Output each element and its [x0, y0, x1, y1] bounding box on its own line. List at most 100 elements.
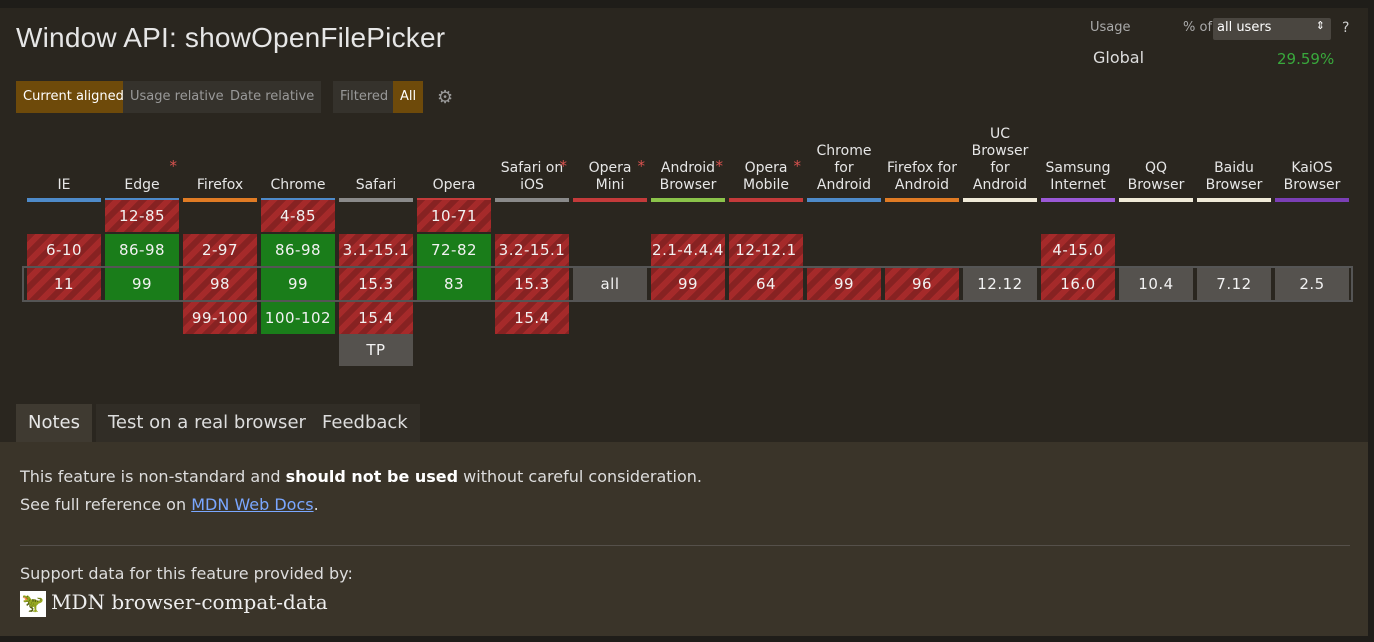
- feature-page: Window API: showOpenFilePicker Usage % o…: [0, 8, 1368, 636]
- support-cell[interactable]: 86-98: [261, 234, 335, 266]
- support-cell[interactable]: 99: [651, 268, 725, 300]
- percent-of-label: % of: [1183, 20, 1213, 35]
- note-text: .: [313, 495, 319, 514]
- usage-label: Usage: [1090, 20, 1131, 35]
- asterisk-icon: *: [793, 157, 802, 175]
- browser-header[interactable]: Baidu Browser: [1197, 128, 1271, 202]
- asterisk-icon: *: [559, 157, 568, 175]
- support-cell[interactable]: 98: [183, 268, 257, 300]
- browser-name: Opera: [432, 177, 476, 193]
- browser-header[interactable]: Chrome: [261, 128, 335, 202]
- support-cell[interactable]: 99-100: [183, 302, 257, 334]
- browser-header[interactable]: Chrome for Android: [807, 128, 881, 202]
- browser-header[interactable]: Edge *: [105, 128, 179, 202]
- browser-name: KaiOS Browser: [1283, 160, 1341, 193]
- browser-header[interactable]: Opera: [417, 128, 491, 202]
- current-aligned-button[interactable]: Current aligned: [16, 81, 131, 113]
- support-cell[interactable]: 2.1-4.4.4: [651, 234, 725, 266]
- users-select-value: all users: [1217, 20, 1272, 35]
- help-link[interactable]: ?: [1342, 20, 1349, 36]
- support-cell[interactable]: 72-82: [417, 234, 491, 266]
- support-cell[interactable]: 99: [807, 268, 881, 300]
- support-cell[interactable]: 2-97: [183, 234, 257, 266]
- support-cell[interactable]: 11: [27, 268, 101, 300]
- browser-header[interactable]: Opera Mobile *: [729, 128, 803, 202]
- filtered-button[interactable]: Filtered: [333, 81, 396, 113]
- support-cell[interactable]: 16.0: [1041, 268, 1115, 300]
- browser-name: Opera Mobile: [743, 160, 789, 193]
- browser-header[interactable]: UC Browser for Android: [963, 126, 1037, 202]
- support-cell[interactable]: 99: [105, 268, 179, 300]
- support-cell[interactable]: 15.4: [495, 302, 569, 334]
- browser-header[interactable]: Firefox: [183, 128, 257, 202]
- support-cell[interactable]: 86-98: [105, 234, 179, 266]
- tab-notes[interactable]: Notes: [16, 404, 92, 442]
- browser-name: IE: [57, 177, 71, 193]
- browser-header[interactable]: QQ Browser: [1119, 128, 1193, 202]
- support-cell[interactable]: 6-10: [27, 234, 101, 266]
- asterisk-icon: *: [169, 157, 178, 175]
- support-cell[interactable]: 12-85: [105, 200, 179, 232]
- support-cell[interactable]: 10.4: [1119, 268, 1193, 300]
- support-cell[interactable]: 12.12: [963, 268, 1037, 300]
- support-data-label: Support data for this feature provided b…: [20, 564, 353, 583]
- all-button[interactable]: All: [393, 81, 424, 113]
- browser-name: Edge: [124, 177, 160, 193]
- gear-icon[interactable]: ⚙: [437, 87, 453, 108]
- tab-feedback[interactable]: Feedback: [310, 404, 420, 442]
- tab-test-real-browser[interactable]: Test on a real browser: [96, 404, 318, 442]
- support-cell[interactable]: 3.1-15.1: [339, 234, 413, 266]
- browser-header[interactable]: Safari: [339, 128, 413, 202]
- support-cell[interactable]: 2.5: [1275, 268, 1349, 300]
- support-cell[interactable]: 15.3: [339, 268, 413, 300]
- support-cell[interactable]: all: [573, 268, 647, 300]
- support-cell[interactable]: 15.3: [495, 268, 569, 300]
- browser-name: Safari on iOS: [500, 160, 564, 193]
- support-cell[interactable]: 100-102: [261, 302, 335, 334]
- browser-name: UC Browser for Android: [971, 126, 1029, 193]
- support-cell[interactable]: 7.12: [1197, 268, 1271, 300]
- global-label: Global: [1093, 48, 1145, 67]
- browser-header[interactable]: IE: [27, 128, 101, 202]
- global-usage-value: 29.59%: [1277, 50, 1335, 68]
- support-cell[interactable]: 99: [261, 268, 335, 300]
- mdn-reference-note: See full reference on MDN Web Docs.: [20, 495, 319, 514]
- support-cell[interactable]: 3.2-15.1: [495, 234, 569, 266]
- browser-header[interactable]: Firefox for Android: [885, 128, 959, 202]
- browser-header[interactable]: Safari on iOS *: [495, 128, 569, 202]
- browser-name: Samsung Internet: [1045, 160, 1111, 193]
- browser-name: Chrome for Android: [816, 143, 872, 193]
- browser-header[interactable]: KaiOS Browser: [1275, 128, 1349, 202]
- support-cell[interactable]: 4-15.0: [1041, 234, 1115, 266]
- browser-name: Safari: [355, 177, 397, 193]
- browser-header[interactable]: Opera Mini *: [573, 128, 647, 202]
- support-cell[interactable]: 15.4: [339, 302, 413, 334]
- browser-header[interactable]: Android Browser *: [651, 128, 725, 202]
- mdn-web-docs-link[interactable]: MDN Web Docs: [191, 495, 313, 514]
- support-cell[interactable]: TP: [339, 334, 413, 366]
- asterisk-icon: *: [715, 157, 724, 175]
- browser-header[interactable]: Samsung Internet: [1041, 128, 1115, 202]
- asterisk-icon: *: [637, 157, 646, 175]
- mdn-logo-icon[interactable]: 🦖: [20, 591, 46, 617]
- browser-name: Chrome: [270, 177, 326, 193]
- browser-name: Baidu Browser: [1205, 160, 1263, 193]
- support-cell[interactable]: 10-71: [417, 200, 491, 232]
- support-cell[interactable]: 12-12.1: [729, 234, 803, 266]
- browser-name: Android Browser: [659, 160, 717, 193]
- support-cell[interactable]: 4-85: [261, 200, 335, 232]
- note-text: This feature is non-standard and: [20, 467, 286, 486]
- mdn-bcd-link[interactable]: MDN browser-compat-data: [51, 590, 328, 614]
- divider: [20, 545, 1350, 546]
- usage-relative-button[interactable]: Usage relative: [123, 81, 231, 113]
- support-cell[interactable]: 64: [729, 268, 803, 300]
- note-text: See full reference on: [20, 495, 192, 514]
- date-relative-button[interactable]: Date relative: [223, 81, 322, 113]
- browser-name: QQ Browser: [1127, 160, 1185, 193]
- users-select[interactable]: all users ⇕: [1213, 18, 1331, 40]
- browser-name: Opera Mini: [588, 160, 632, 193]
- page-title: Window API: showOpenFilePicker: [16, 22, 446, 53]
- support-cell[interactable]: 83: [417, 268, 491, 300]
- note-emphasis: should not be used: [285, 467, 459, 486]
- support-cell[interactable]: 96: [885, 268, 959, 300]
